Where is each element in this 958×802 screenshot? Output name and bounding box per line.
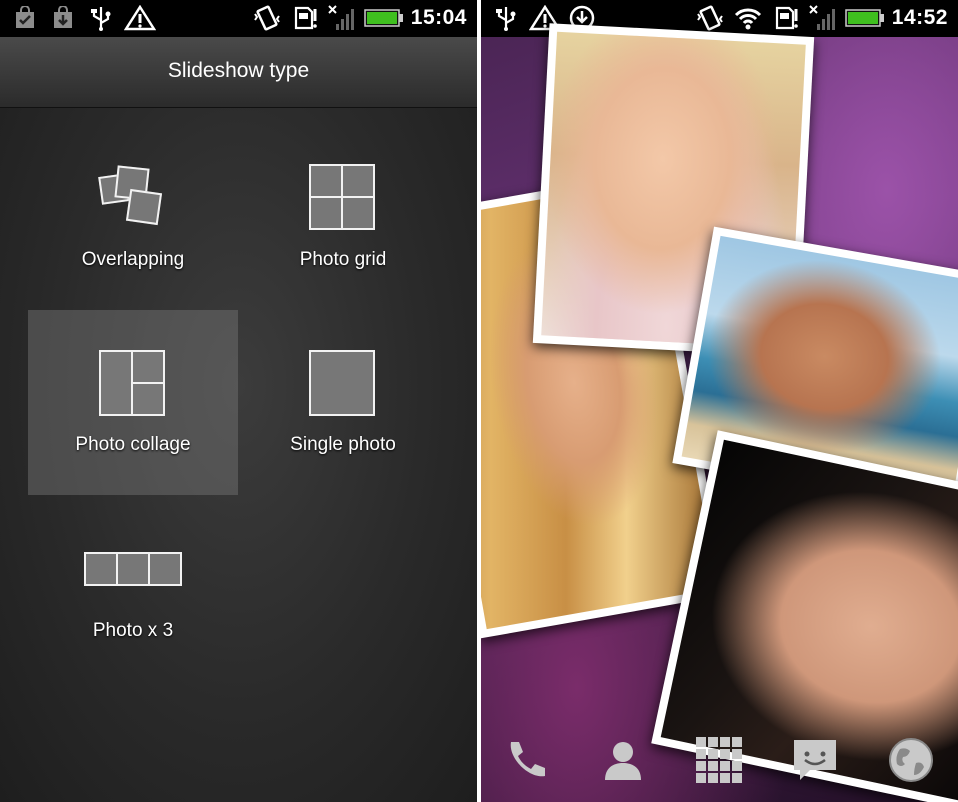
sd-card-icon xyxy=(292,6,318,30)
phone-icon[interactable] xyxy=(497,732,553,788)
option-label: Photo grid xyxy=(299,249,387,270)
wifi-icon xyxy=(733,6,763,30)
people-icon[interactable] xyxy=(595,732,651,788)
status-time: 14:52 xyxy=(891,6,948,29)
option-photo-x3[interactable]: Photo x 3 xyxy=(28,496,238,681)
warning-triangle-icon xyxy=(124,5,156,31)
battery-icon xyxy=(364,6,404,30)
slideshow-type-screen: 15:04 Slideshow type Overlapping Photo g… xyxy=(0,0,477,802)
option-single-photo[interactable]: Single photo xyxy=(238,310,448,495)
battery-icon xyxy=(845,6,885,30)
usb-icon xyxy=(493,6,519,31)
shopping-bag-check-icon xyxy=(12,6,38,30)
photo-grid-icon xyxy=(309,164,375,230)
home-dock xyxy=(481,722,958,802)
status-time: 15:04 xyxy=(410,6,467,29)
option-label: Overlapping xyxy=(81,249,185,270)
option-label: Photo x 3 xyxy=(92,620,174,641)
usb-icon xyxy=(88,6,114,31)
all-apps-icon[interactable] xyxy=(691,732,747,788)
page-title: Slideshow type xyxy=(167,59,310,82)
option-label: Photo collage xyxy=(75,434,191,455)
option-photo-collage[interactable]: Photo collage xyxy=(28,310,238,495)
option-label: Single photo xyxy=(290,434,396,455)
no-signal-icon xyxy=(807,5,837,30)
overlapping-icon xyxy=(98,165,168,231)
vibrate-icon xyxy=(252,5,282,31)
collage-preview-screen: 14:52 xyxy=(481,0,958,802)
status-bar: 15:04 xyxy=(0,0,477,37)
messages-icon[interactable] xyxy=(787,732,843,788)
photo-x3-icon xyxy=(84,552,182,586)
shopping-bag-download-icon xyxy=(50,6,76,30)
no-signal-icon xyxy=(326,5,356,30)
vibrate-icon xyxy=(695,5,725,31)
sd-card-icon xyxy=(773,6,799,30)
browser-icon[interactable] xyxy=(883,732,939,788)
option-photo-grid[interactable]: Photo grid xyxy=(238,125,448,310)
photo-collage-icon xyxy=(99,350,165,416)
title-bar: Slideshow type xyxy=(0,37,477,108)
option-overlapping[interactable]: Overlapping xyxy=(28,125,238,310)
single-photo-icon xyxy=(309,350,375,416)
